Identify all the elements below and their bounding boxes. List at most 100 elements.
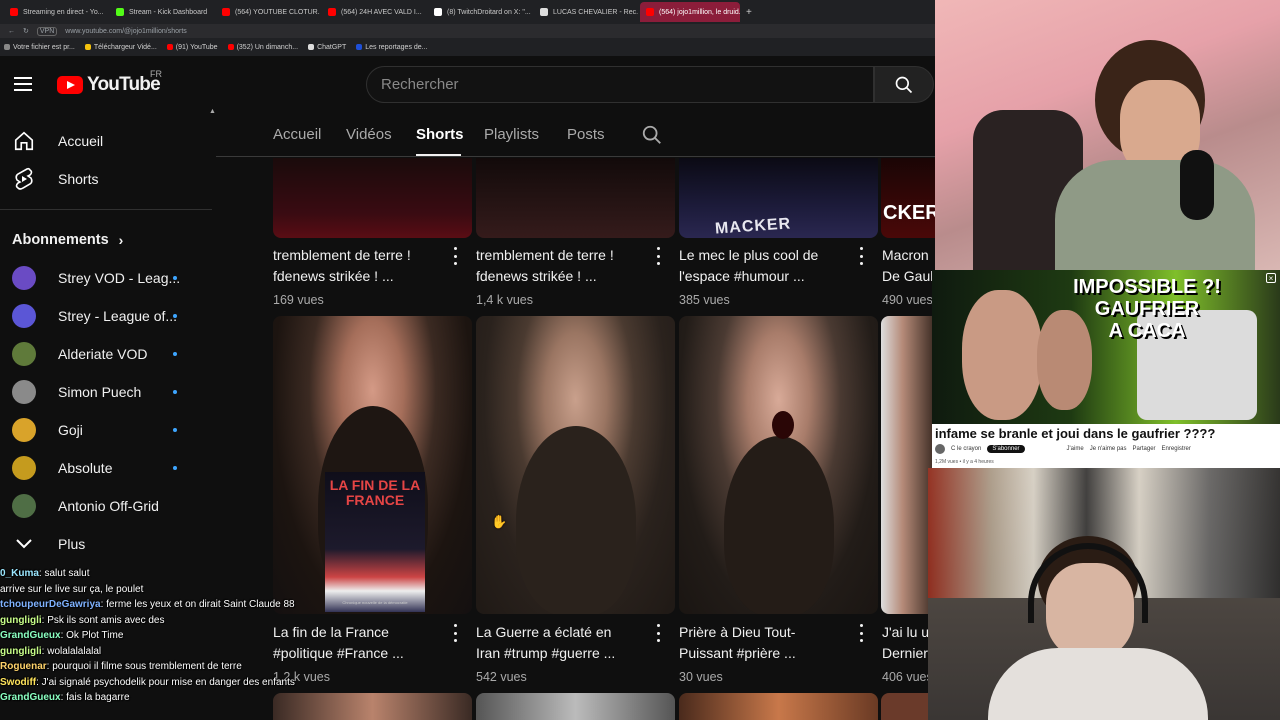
thumbnail-overlay-text: CKER	[883, 202, 935, 224]
browser-tab[interactable]: Stream - Kick Dashboard	[110, 2, 214, 22]
tab-accueil[interactable]: Accueil	[273, 126, 321, 143]
bookmark-item[interactable]: (91) YouTube	[166, 44, 218, 51]
back-icon[interactable]: ←	[8, 28, 15, 35]
sidebar-subscription-item[interactable]: Absolute	[12, 451, 112, 485]
short-thumbnail[interactable]: MACKER	[679, 158, 878, 238]
short-thumbnail[interactable]	[476, 316, 675, 614]
home-icon	[12, 129, 36, 153]
short-title[interactable]: La Guerre a éclaté en Iran #trump #guerre…	[476, 622, 651, 664]
headline-line3: A CACA	[1108, 320, 1186, 342]
sidebar-subscription-item[interactable]: Strey - League of...	[12, 299, 177, 333]
search-button[interactable]	[874, 66, 934, 103]
more-options-icon[interactable]	[452, 247, 458, 265]
sidebar-subscription-item[interactable]: Simon Puech	[12, 375, 141, 409]
browser-tab[interactable]: Streaming en direct - Yo...	[4, 2, 108, 22]
new-tab-button[interactable]: +	[746, 7, 752, 18]
short-views: 406 vues	[882, 670, 933, 684]
url-text[interactable]: www.youtube.com/@jojo1million/shorts	[65, 28, 187, 35]
vpn-badge[interactable]: VPN	[36, 26, 58, 36]
subscriptions-title: Abonnements	[12, 232, 109, 248]
short-title[interactable]: Macron De Gaul	[882, 245, 935, 287]
sidebar-scroll-up-icon[interactable]: ▲	[209, 108, 216, 115]
bookmark-label: (352) Un dimanch...	[236, 43, 299, 51]
shorts-icon	[12, 167, 36, 191]
tab-label: (564) YOUTUBE CLOTUR...	[235, 8, 320, 16]
short-views: 30 vues	[679, 670, 723, 684]
live-indicator	[173, 428, 177, 432]
short-title[interactable]: Le mec le plus cool de l'espace #humour .…	[679, 245, 854, 287]
bookmark-item[interactable]: Téléchargeur Vidé...	[84, 44, 157, 51]
sidebar-subscription-item[interactable]: Antonio Off-Grid	[12, 489, 159, 523]
short-title-line: tremblement de terre !	[476, 247, 614, 263]
sidebar-subscription-item[interactable]: Goji	[12, 413, 83, 447]
tab-posts[interactable]: Posts	[567, 126, 605, 143]
short-views: 490 vues	[882, 293, 933, 307]
more-options-icon[interactable]	[655, 247, 661, 265]
sidebar-item-shorts[interactable]: Shorts	[12, 162, 98, 196]
subscribe-button: S'abonner	[987, 445, 1025, 453]
short-title-line: La Guerre a éclaté en	[476, 624, 612, 640]
short-thumbnail[interactable]	[476, 158, 675, 238]
subscriptions-header[interactable]: Abonnements ›	[12, 232, 123, 248]
chat-message: tchoupeurDeGawriya: ferme les yeux et on…	[0, 597, 300, 613]
reload-icon[interactable]: ↻	[23, 27, 29, 35]
sidebar-more-button[interactable]: Plus	[12, 527, 85, 561]
browser-tab[interactable]: (564) 24H AVEC VALD I...	[322, 2, 426, 22]
address-bar[interactable]: ← ↻ VPN www.youtube.com/@jojo1million/sh…	[0, 24, 935, 38]
short-thumbnail[interactable]	[273, 693, 472, 720]
microphone-icon	[1180, 150, 1214, 220]
browser-tab[interactable]: LUCAS CHEVALIER - Rec...	[534, 2, 638, 22]
short-title[interactable]: tremblement de terre ! fdenews strikée ! …	[273, 245, 448, 287]
short-thumbnail[interactable]	[679, 316, 878, 614]
youtube-logo[interactable]: YouTube	[57, 74, 161, 96]
bookmark-item[interactable]: Votre fichier est pr...	[4, 44, 75, 51]
tab-favicon-icon	[10, 8, 18, 16]
overlay-channel-row: C le crayon S'abonner J'aime Je n'aime p…	[935, 444, 1191, 454]
short-thumbnail[interactable]	[881, 316, 935, 614]
face-shape	[962, 290, 1042, 420]
avatar	[12, 418, 36, 442]
subscription-label: Absolute	[58, 460, 113, 476]
tab-videos[interactable]: Vidéos	[346, 126, 392, 143]
chat-text: pourquoi il filme sous tremblement de te…	[52, 661, 242, 672]
tab-favicon-icon	[116, 8, 124, 16]
dislike-button: Je n'aime pas	[1089, 446, 1127, 452]
short-thumbnail[interactable]: LA FIN DE LA FRANCE Chronique nouvelle d…	[273, 316, 472, 614]
bookmark-item[interactable]: ChatGPT	[308, 44, 346, 51]
channel-search-icon[interactable]	[641, 124, 663, 151]
tab-playlists[interactable]: Playlists	[484, 126, 539, 143]
short-thumbnail[interactable]	[476, 693, 675, 720]
short-thumbnail[interactable]	[679, 693, 878, 720]
more-options-icon[interactable]	[858, 624, 864, 642]
short-title[interactable]: tremblement de terre ! fdenews strikée ! …	[476, 245, 651, 287]
short-thumbnail[interactable]: CKER	[881, 158, 935, 238]
chat-text: Ok Plot Time	[66, 630, 124, 641]
chat-message: gungligli: Psk ils sont amis avec des	[0, 613, 300, 629]
bookmark-icon	[84, 44, 91, 50]
chat-text: Psk ils sont amis avec des	[47, 614, 165, 626]
more-options-icon[interactable]	[655, 624, 661, 642]
bookmark-item[interactable]: Les reportages de...	[356, 44, 428, 51]
more-options-icon[interactable]	[858, 247, 864, 265]
tab-shorts[interactable]: Shorts	[416, 126, 464, 143]
short-thumbnail[interactable]	[881, 693, 935, 720]
tab-label: (8) TwitchDroitard on X: "...	[447, 8, 531, 16]
short-title[interactable]: Prière à Dieu Tout- Puissant #prière ...	[679, 622, 854, 664]
sidebar-subscription-item[interactable]: Alderiate VOD	[12, 337, 147, 371]
close-icon: ×	[1266, 273, 1276, 283]
live-indicator	[173, 352, 177, 356]
sidebar-subscription-item[interactable]: Strey VOD - Leag...	[12, 261, 180, 295]
bookmark-item[interactable]: (352) Un dimanch...	[227, 43, 299, 51]
browser-tab[interactable]: (564) YOUTUBE CLOTUR...	[216, 2, 320, 22]
tab-favicon-icon	[540, 8, 548, 16]
search-input[interactable]: Rechercher	[366, 66, 874, 103]
more-options-icon[interactable]	[452, 624, 458, 642]
sidebar-item-accueil[interactable]: Accueil	[12, 124, 103, 158]
browser-tab[interactable]: (564) jojo1million, le druid...	[640, 2, 740, 22]
chat-username: gungligli	[0, 645, 42, 657]
short-thumbnail[interactable]	[273, 158, 472, 238]
chat-message: Roguenar: pourquoi il filme sous tremble…	[0, 659, 300, 675]
menu-icon[interactable]	[14, 77, 32, 91]
browser-tab[interactable]: (8) TwitchDroitard on X: "...	[428, 2, 532, 22]
bookmark-label: ChatGPT	[317, 43, 347, 51]
